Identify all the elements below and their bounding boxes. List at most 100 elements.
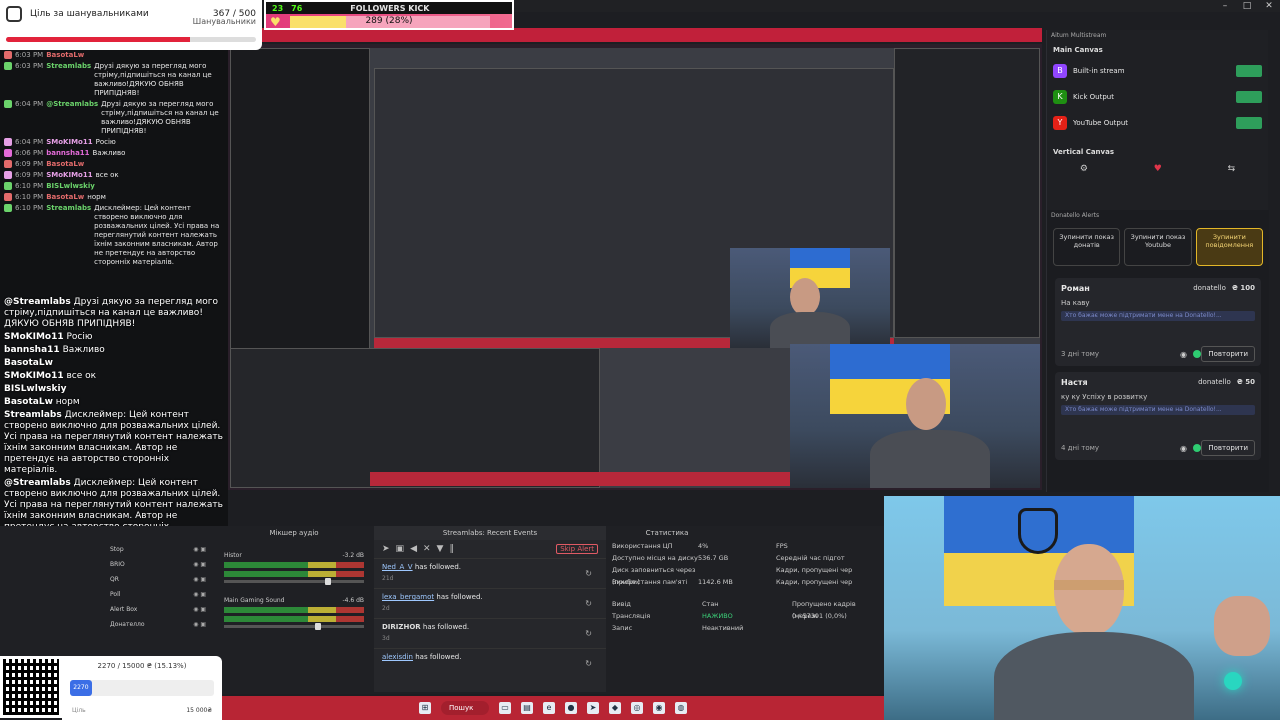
stat-value xyxy=(698,564,750,576)
stop-alert-button[interactable]: Зупинити показ донатів xyxy=(1053,228,1121,266)
gift-icon[interactable]: ▣ xyxy=(396,544,405,554)
app-icon[interactable]: ● xyxy=(565,702,577,714)
kick-progress-text: 289 (28%) xyxy=(365,16,413,26)
filter-icon[interactable]: ▼ xyxy=(437,544,444,554)
stop-alert-button[interactable]: Зупинити показ Youtube xyxy=(1124,228,1192,266)
event-age: 2d xyxy=(382,605,390,612)
telegram-icon[interactable]: ➤ xyxy=(587,702,599,714)
chat-message: 6:10 PM Streamlabs Дисклеймер: Цей контент… xyxy=(0,203,228,268)
service-toggle[interactable] xyxy=(1236,65,1262,77)
service-toggle[interactable] xyxy=(1236,91,1262,103)
event-line: alexisdin has followed. xyxy=(382,653,598,661)
source-item[interactable]: Alert Box ◉ ▣ xyxy=(96,602,212,617)
folder-icon[interactable]: ▤ xyxy=(521,702,533,714)
repeat-button[interactable]: Повторити xyxy=(1201,346,1255,362)
stat-key-2: Кадри, пропущені чер xyxy=(776,578,853,586)
person-hand xyxy=(1214,596,1270,656)
replay-icon[interactable]: ↻ xyxy=(585,599,592,608)
edge-icon[interactable]: e xyxy=(543,702,555,714)
minimize-icon[interactable]: – xyxy=(1214,0,1236,12)
stream-screen: – □ ✕ Ціль за шанувальниками 367 / 500 Ш… xyxy=(0,0,1280,720)
volume-meter xyxy=(224,607,364,613)
chat-overlay-message: BasotaLw норм xyxy=(0,396,228,409)
chat-username[interactable]: SMoKIMo11 xyxy=(46,171,92,180)
stat-key: Диск заповниться через (прибл.) xyxy=(612,566,696,586)
stop-alert-button[interactable]: Зупинити повідомлення xyxy=(1195,228,1263,266)
maximize-icon[interactable]: □ xyxy=(1236,0,1258,12)
visibility-icon[interactable]: ◉ ▣ xyxy=(193,546,206,553)
steam-icon[interactable]: ◉ xyxy=(653,702,665,714)
chat-username[interactable]: bannsha11 xyxy=(46,149,89,158)
stat-key-2: Середній час підгот xyxy=(776,554,845,562)
source-name: Stop xyxy=(110,546,124,553)
chat-username[interactable]: SMoKIMo11 xyxy=(46,138,92,147)
source-item[interactable]: Stop ◉ ▣ xyxy=(96,542,212,557)
chat-username[interactable]: BISLwlwskiy xyxy=(46,182,95,191)
channel-name: Histor xyxy=(224,552,242,559)
event-item: DIRIZHOR has followed. 3d ↻ xyxy=(374,618,606,648)
start-icon[interactable]: ⊞ xyxy=(419,702,431,714)
source-name: BRIO xyxy=(110,561,125,568)
event-username[interactable]: alexisdin xyxy=(382,653,413,661)
mute-icon[interactable]: ✕ xyxy=(423,544,431,554)
obs-icon[interactable]: ◍ xyxy=(675,702,687,714)
chat-message: 6:03 PM Streamlabs Друзі дякую за перегляд… xyxy=(0,61,228,99)
chat-username[interactable]: Streamlabs xyxy=(46,204,91,213)
chat-text: Друзі дякую за перегляд мого стріму,підп… xyxy=(94,62,212,97)
fader-handle[interactable] xyxy=(315,623,321,630)
taskbar-search[interactable]: Пошук xyxy=(441,701,489,715)
event-username[interactable]: DIRIZHOR xyxy=(382,623,421,631)
visibility-icon[interactable]: ◉ ▣ xyxy=(193,606,206,613)
skip-alert-button[interactable]: Skip Alert xyxy=(556,544,598,554)
megaphone-icon[interactable]: ◀ xyxy=(410,544,417,554)
repeat-button[interactable]: Повторити xyxy=(1201,440,1255,456)
volume-fader[interactable] xyxy=(224,623,364,630)
donation-placeholder: Хто бажає може підтримати мене на Donate… xyxy=(1061,405,1255,415)
close-icon[interactable]: ✕ xyxy=(1258,0,1280,12)
volume-fader[interactable] xyxy=(224,578,364,585)
donation-message: На каву xyxy=(1061,299,1090,307)
donation-progress-bar: 2270 xyxy=(70,680,214,696)
visibility-icon[interactable]: ◉ ▣ xyxy=(193,621,206,628)
gear-icon[interactable]: ⚙ xyxy=(1080,164,1088,174)
source-item[interactable]: Донателло ◉ ▣ xyxy=(96,617,212,632)
fader-handle[interactable] xyxy=(324,578,331,585)
chat-overlay-user: @Streamlabs xyxy=(4,297,71,307)
task-view-icon[interactable]: ▭ xyxy=(499,702,511,714)
chat-username[interactable]: BasotaLw xyxy=(46,160,84,169)
output-name: Запис xyxy=(612,624,633,632)
send-icon[interactable]: ➤ xyxy=(382,544,390,554)
replay-icon[interactable]: ↻ xyxy=(585,659,592,668)
source-item[interactable]: QR ◉ ▣ xyxy=(96,572,212,587)
source-item[interactable]: Poll ◉ ▣ xyxy=(96,587,212,602)
channel-header: Histor -3.2 dB xyxy=(224,552,364,559)
replay-icon[interactable]: ↻ xyxy=(585,569,592,578)
user-badge-icon xyxy=(4,138,12,146)
nested-taskbar-2 xyxy=(370,472,790,486)
app-icon-2[interactable]: ◆ xyxy=(609,702,621,714)
donation-amount: 2270 / 15000 ₴ (15.13%) xyxy=(97,662,187,670)
nested-obs-bottom xyxy=(230,348,600,488)
chat-username[interactable]: BasotaLw xyxy=(46,51,84,60)
link-icon[interactable]: ⇆ xyxy=(1228,164,1236,174)
event-line: lexa_bergamot has followed. xyxy=(382,593,598,601)
eye-icon[interactable]: ◉ xyxy=(1180,350,1187,359)
service-toggle[interactable] xyxy=(1236,117,1262,129)
chat-username[interactable]: @Streamlabs xyxy=(46,100,98,109)
events-title: Streamlabs: Recent Events xyxy=(374,526,606,540)
chrome-icon[interactable]: ◎ xyxy=(631,702,643,714)
chat-overlay-message: @Streamlabs Друзі дякую за перегляд мого… xyxy=(0,296,228,331)
visibility-icon[interactable]: ◉ ▣ xyxy=(193,591,206,598)
source-item[interactable]: BRIO ◉ ▣ xyxy=(96,557,212,572)
visibility-icon[interactable]: ◉ ▣ xyxy=(193,576,206,583)
replay-icon[interactable]: ↻ xyxy=(585,629,592,638)
chat-username[interactable]: Streamlabs xyxy=(46,62,91,71)
stat-value: 4% xyxy=(698,542,709,550)
heart-icon[interactable]: ♥ xyxy=(1154,164,1162,174)
chat-username[interactable]: BasotaLw xyxy=(46,193,84,202)
pause-icon[interactable]: ‖ xyxy=(449,544,454,554)
event-username[interactable]: Ned_A_V xyxy=(382,563,413,571)
eye-icon[interactable]: ◉ xyxy=(1180,444,1187,453)
visibility-icon[interactable]: ◉ ▣ xyxy=(193,561,206,568)
event-username[interactable]: lexa_bergamot xyxy=(382,593,434,601)
